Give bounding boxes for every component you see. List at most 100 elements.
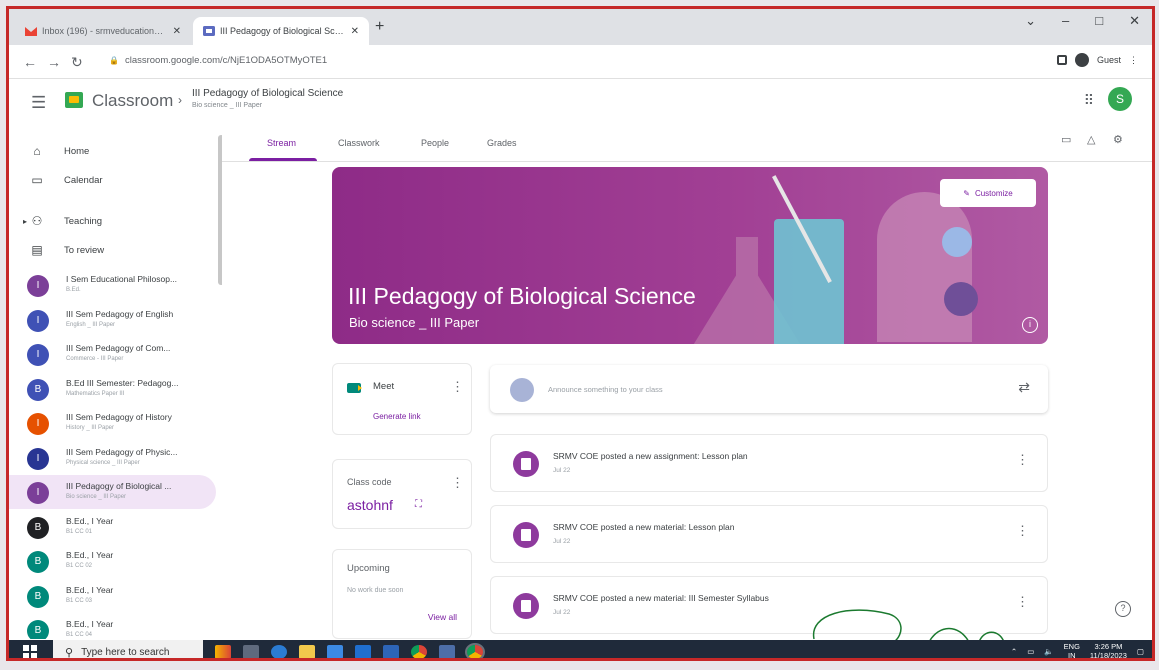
news-widget-icon[interactable] (215, 645, 231, 658)
bubble-illustration (944, 282, 978, 316)
sidebar-class-item[interactable]: I III Sem Pedagogy of Physic... Physical s… (9, 441, 216, 475)
apps-grid-icon[interactable]: ⠿ (1084, 92, 1094, 109)
sidepanel-icon[interactable] (1056, 55, 1067, 65)
sidebar-class-item[interactable]: B B.Ed., I Year B1 CC 02 (9, 544, 216, 578)
chevron-down-icon[interactable]: ⌄ (1025, 13, 1036, 29)
tab-people[interactable]: People (421, 138, 449, 148)
clock[interactable]: 3:26 PM 11/18/2023 (1090, 642, 1127, 658)
profile-area[interactable]: Guest ⋮ (1056, 53, 1138, 67)
sidebar-item-calendar[interactable]: ▭ Calendar (9, 165, 216, 195)
kebab-menu-icon[interactable]: ⋮ (1016, 524, 1029, 537)
file-explorer-icon[interactable] (299, 645, 315, 658)
store-icon[interactable] (327, 645, 343, 658)
class-avatar: I (27, 275, 49, 297)
sidebar-class-item[interactable]: B B.Ed., I Year B1 CC 04 (9, 613, 216, 639)
class-avatar: B (27, 585, 49, 608)
announce-box[interactable]: Announce something to your class ⇄ (490, 365, 1048, 413)
maximize-button[interactable]: □ (1095, 13, 1103, 29)
class-section: History _ III Paper (66, 425, 115, 431)
profile-icon[interactable] (1074, 53, 1089, 67)
tray-chevron-up-icon[interactable]: ⌃ (1011, 647, 1017, 656)
class-name: III Sem Pedagogy of Com... (66, 343, 171, 353)
tab-classwork[interactable]: Classwork (338, 138, 380, 148)
assignment-icon (513, 451, 539, 477)
sidebar-class-item[interactable]: B B.Ed III Semester: Pedagog... Mathematic… (9, 372, 216, 406)
task-view-icon[interactable] (243, 645, 259, 658)
generate-link-button[interactable]: Generate link (373, 412, 421, 421)
word-icon[interactable] (383, 645, 399, 658)
close-tab-icon[interactable]: ✕ (173, 26, 181, 37)
sidebar-class-item[interactable]: B B.Ed., I Year B1 CC 01 (9, 510, 216, 544)
avatar (510, 378, 534, 402)
fullscreen-icon[interactable]: ⛶ (415, 499, 422, 510)
chrome-active-icon[interactable] (465, 643, 485, 658)
reload-icon[interactable]: ↻ (71, 54, 83, 71)
class-section: Commerce - III Paper (66, 356, 124, 362)
address-bar[interactable]: 🔒 classroom.google.com/c/NjE1ODA5OTMyOTE1 (109, 55, 327, 66)
browser-tab-strip: Inbox (196) - srmveducation@... ✕ III Pe… (9, 9, 1152, 45)
back-icon[interactable]: ← (23, 54, 37, 70)
settings-icon[interactable]: ⚙ (1113, 133, 1123, 146)
address-bar-row: ← → ↻ 🔒 classroom.google.com/c/NjE1ODA5OT… (9, 45, 1152, 79)
help-icon[interactable]: ? (1115, 601, 1131, 617)
close-button[interactable]: ✕ (1129, 13, 1140, 29)
post-title[interactable]: SRMV COE posted a new material: III Seme… (553, 593, 769, 603)
kebab-menu-icon[interactable]: ⋮ (451, 476, 464, 489)
class-section: B1 CC 03 (66, 597, 93, 604)
browser-tab-classroom[interactable]: III Pedagogy of Biological Scie... ✕ (193, 17, 369, 45)
sidebar-class-item[interactable]: I I Sem Educational Philosop... B.Ed. (9, 268, 216, 302)
sidebar-class-item[interactable]: I III Sem Pedagogy of Com... Commerce - II… (9, 337, 216, 371)
volume-icon[interactable]: 🔈 (1044, 647, 1053, 656)
classroom-logo-icon[interactable] (65, 92, 83, 108)
stream-post[interactable]: SRMV COE posted a new material: Lesson p… (490, 505, 1048, 563)
material-icon (513, 593, 539, 619)
announce-placeholder[interactable]: Announce something to your class (548, 385, 663, 394)
chrome-icon[interactable] (411, 645, 427, 658)
language-indicator[interactable]: ENG IN (1064, 642, 1080, 658)
sidebar-class-item[interactable]: I III Sem Pedagogy of English English _ II… (9, 303, 216, 337)
forward-icon[interactable]: → (47, 54, 61, 70)
taskbar-search[interactable]: ⚲ Type here to search (53, 640, 203, 658)
browser-tab-gmail[interactable]: Inbox (196) - srmveducation@... ✕ (15, 17, 191, 45)
class-name: III Pedagogy of Biological ... (66, 481, 172, 491)
hamburger-menu-icon[interactable]: ☰ (31, 93, 46, 113)
windows-start-icon[interactable] (23, 645, 37, 658)
minimize-button[interactable]: – (1062, 13, 1069, 29)
info-button[interactable]: i (1022, 317, 1038, 333)
kebab-menu-icon[interactable]: ⋮ (1016, 453, 1029, 466)
app-name[interactable]: Classroom (92, 91, 173, 111)
network-icon[interactable]: ▭ (1027, 647, 1034, 656)
account-avatar[interactable]: S (1108, 87, 1132, 111)
repost-icon[interactable]: ⇄ (1018, 379, 1030, 396)
app-icon[interactable] (439, 645, 455, 658)
round-flask-illustration (877, 192, 972, 342)
view-all-link[interactable]: View all (428, 612, 457, 622)
sidebar-item-home[interactable]: ⌂ Home (9, 136, 216, 166)
sidebar-class-item[interactable]: I III Pedagogy of Biological ... Bio scien… (9, 475, 216, 509)
sidebar-class-item[interactable]: I III Sem Pedagogy of History History _ II… (9, 406, 216, 440)
class-name: III Sem Pedagogy of History (66, 412, 172, 422)
classroom-icon (203, 26, 215, 36)
sidebar-item-to-review[interactable]: ▤ To review (9, 235, 216, 265)
kebab-menu-icon[interactable]: ⋮ (1129, 55, 1138, 66)
drive-icon[interactable]: △ (1087, 133, 1095, 146)
post-title[interactable]: SRMV COE posted a new material: Lesson p… (553, 522, 734, 532)
edge-icon[interactable] (271, 645, 287, 658)
close-tab-icon[interactable]: ✕ (351, 26, 359, 37)
sidebar: ⌂ Home ▭ Calendar ▸ ⚇ Teaching ▤ To revi… (9, 125, 222, 639)
sidebar-scrollbar[interactable] (218, 135, 222, 285)
customize-button[interactable]: ✎ Customize (940, 179, 1036, 207)
calendar-icon[interactable]: ▭ (1061, 133, 1071, 146)
post-title[interactable]: SRMV COE posted a new assignment: Lesson… (553, 451, 748, 461)
tab-stream[interactable]: Stream (267, 138, 296, 148)
notifications-icon[interactable]: ▢ (1137, 647, 1144, 656)
stream-post[interactable]: SRMV COE posted a new assignment: Lesson… (490, 434, 1048, 492)
sidebar-class-item[interactable]: B B.Ed., I Year B1 CC 03 (9, 579, 216, 613)
sidebar-item-teaching[interactable]: ▸ ⚇ Teaching (9, 206, 216, 236)
kebab-menu-icon[interactable]: ⋮ (451, 380, 464, 393)
mail-icon[interactable] (355, 645, 371, 658)
upcoming-label: Upcoming (347, 563, 390, 574)
new-tab-button[interactable]: + (375, 18, 384, 36)
tab-grades[interactable]: Grades (487, 138, 517, 148)
gmail-icon (25, 26, 37, 36)
